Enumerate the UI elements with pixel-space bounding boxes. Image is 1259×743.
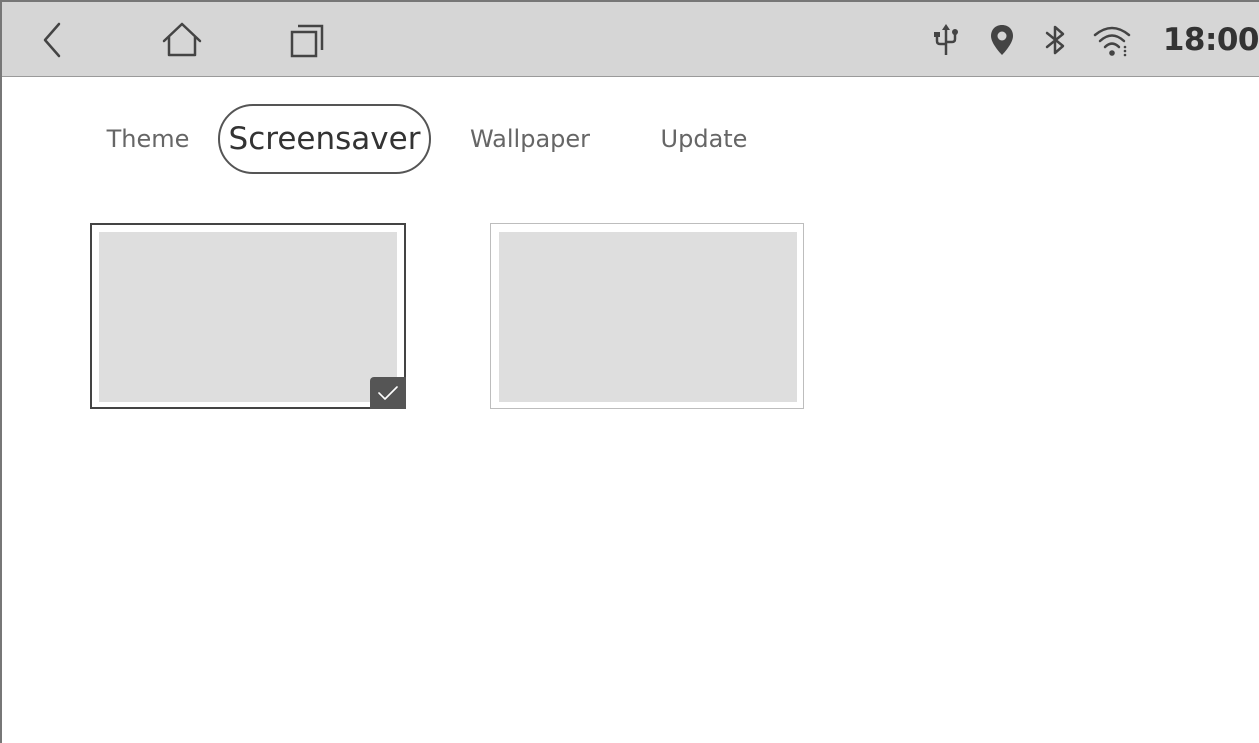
usb-icon bbox=[929, 22, 963, 58]
recent-apps-button[interactable] bbox=[283, 16, 331, 64]
tab-update[interactable]: Update bbox=[655, 104, 753, 174]
checkmark-icon bbox=[378, 386, 398, 400]
bluetooth-icon bbox=[1038, 22, 1072, 58]
screensaver-option-1[interactable] bbox=[90, 223, 406, 409]
location-pin-icon bbox=[985, 22, 1019, 58]
home-button[interactable] bbox=[158, 16, 206, 64]
screen: 18:00 Theme Screensaver Wallpaper Update bbox=[0, 0, 1259, 743]
screensaver-preview bbox=[499, 232, 797, 402]
tab-screensaver[interactable]: Screensaver bbox=[218, 104, 431, 174]
wifi-icon bbox=[1092, 22, 1132, 58]
clock: 18:00 bbox=[1162, 22, 1259, 58]
tab-wallpaper[interactable]: Wallpaper bbox=[465, 104, 595, 174]
status-bar: 18:00 bbox=[2, 2, 1259, 77]
screensaver-option-2[interactable] bbox=[490, 223, 804, 409]
home-icon bbox=[162, 22, 202, 57]
recent-apps-icon bbox=[290, 24, 324, 58]
back-button[interactable] bbox=[28, 16, 76, 64]
chevron-left-icon bbox=[43, 22, 61, 58]
selected-badge bbox=[370, 377, 406, 409]
tab-theme[interactable]: Theme bbox=[103, 104, 193, 174]
screensaver-preview bbox=[99, 232, 397, 402]
